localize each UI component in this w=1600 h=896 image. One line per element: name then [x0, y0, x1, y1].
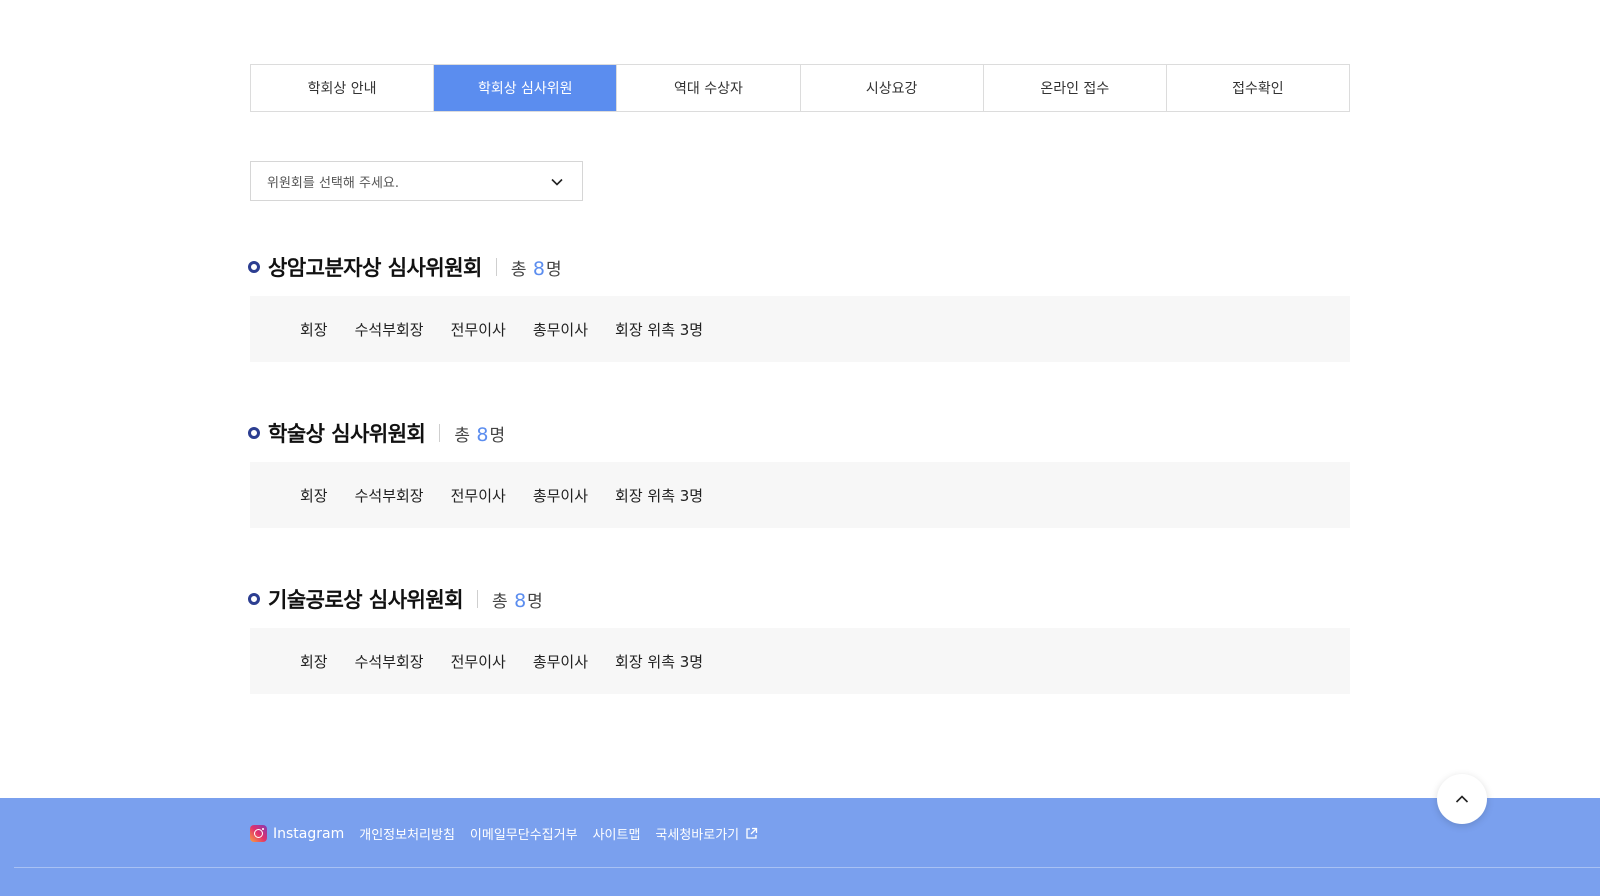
tab-award-guidelines[interactable]: 시상요강 [801, 65, 984, 111]
nts-link-label: 국세청바로가기 [655, 828, 740, 843]
member-total: 총 8명 [492, 587, 543, 612]
role-item: 회장 [300, 320, 328, 339]
email-refusal-link[interactable]: 이메일무단수집거부 [470, 824, 578, 843]
committee-section: 학술상 심사위원회 총 8명 회장 수석부회장 전무이사 총무이사 회장 위촉 … [248, 418, 1350, 528]
role-item: 회장 [300, 652, 328, 671]
role-item: 회장 위촉 3명 [615, 652, 704, 671]
sitemap-link[interactable]: 사이트맵 [593, 824, 641, 843]
role-item: 수석부회장 [354, 652, 424, 671]
total-prefix: 총 [492, 591, 508, 612]
role-item: 수석부회장 [354, 486, 424, 505]
role-item: 회장 위촉 3명 [615, 486, 704, 505]
tab-online-submission[interactable]: 온라인 접수 [984, 65, 1167, 111]
role-item: 전무이사 [450, 486, 506, 505]
nts-link[interactable]: 국세청바로가기 [655, 824, 758, 843]
footer: Instagram 개인정보처리방침 이메일무단수집거부 사이트맵 국세청바로가… [0, 798, 1600, 896]
committee-select[interactable]: 위원회를 선택해 주세요. [250, 161, 583, 201]
footer-divider [14, 867, 1600, 868]
tab-submission-check[interactable]: 접수확인 [1167, 65, 1349, 111]
bullet-icon [248, 261, 260, 273]
role-list: 회장 수석부회장 전무이사 총무이사 회장 위촉 3명 [250, 462, 1350, 528]
footer-links: Instagram 개인정보처리방침 이메일무단수집거부 사이트맵 국세청바로가… [250, 824, 758, 843]
member-count: 8 [532, 257, 545, 280]
committee-select-placeholder: 위원회를 선택해 주세요. [267, 175, 399, 191]
member-total: 총 8명 [454, 421, 505, 446]
role-item: 총무이사 [532, 652, 589, 671]
committee-header: 상암고분자상 심사위원회 총 8명 [248, 252, 1350, 282]
role-item: 전무이사 [450, 320, 506, 339]
total-prefix: 총 [454, 425, 471, 446]
total-suffix: 명 [545, 259, 562, 280]
committee-title: 학술상 심사위원회 [268, 422, 426, 446]
committee-header: 학술상 심사위원회 총 8명 [248, 418, 1350, 448]
committee-section: 기술공로상 심사위원회 총 8명 회장 수석부회장 전무이사 총무이사 회장 위… [248, 584, 1350, 694]
committee-title: 상암고분자상 심사위원회 [268, 256, 482, 280]
role-item: 수석부회장 [354, 320, 424, 339]
divider [495, 258, 497, 276]
chevron-down-icon [551, 178, 563, 186]
role-item: 회장 위촉 3명 [615, 320, 704, 339]
bullet-icon [248, 593, 260, 605]
role-item: 전무이사 [450, 652, 506, 671]
tab-past-winners[interactable]: 역대 수상자 [617, 65, 801, 111]
chevron-up-icon [1455, 795, 1469, 803]
role-item: 회장 [300, 486, 328, 505]
role-list: 회장 수석부회장 전무이사 총무이사 회장 위촉 3명 [250, 628, 1350, 694]
committee-section: 상암고분자상 심사위원회 총 8명 회장 수석부회장 전무이사 총무이사 회장 … [248, 252, 1350, 362]
committee-title: 기술공로상 심사위원회 [268, 588, 464, 612]
privacy-policy-link[interactable]: 개인정보처리방침 [359, 824, 455, 843]
instagram-link[interactable]: Instagram [250, 825, 344, 842]
role-list: 회장 수석부회장 전무이사 총무이사 회장 위촉 3명 [250, 296, 1350, 362]
external-link-icon [746, 827, 758, 839]
member-total: 총 8명 [511, 255, 562, 280]
role-item: 총무이사 [532, 320, 589, 339]
tab-award-info[interactable]: 학회상 안내 [251, 65, 435, 111]
total-suffix: 명 [527, 591, 543, 612]
member-count: 8 [476, 423, 489, 446]
instagram-icon [250, 825, 267, 842]
member-count: 8 [514, 589, 527, 612]
role-item: 총무이사 [532, 486, 589, 505]
bullet-icon [248, 427, 260, 439]
total-prefix: 총 [510, 259, 527, 280]
divider [439, 424, 441, 442]
instagram-label: Instagram [273, 825, 345, 842]
committee-header: 기술공로상 심사위원회 총 8명 [248, 584, 1350, 614]
total-suffix: 명 [489, 425, 506, 446]
divider [477, 590, 479, 608]
tab-bar: 학회상 안내 학회상 심사위원 역대 수상자 시상요강 온라인 접수 접수확인 [250, 64, 1350, 112]
tab-award-judges[interactable]: 학회상 심사위원 [434, 65, 618, 111]
scroll-top-button[interactable] [1437, 774, 1487, 824]
